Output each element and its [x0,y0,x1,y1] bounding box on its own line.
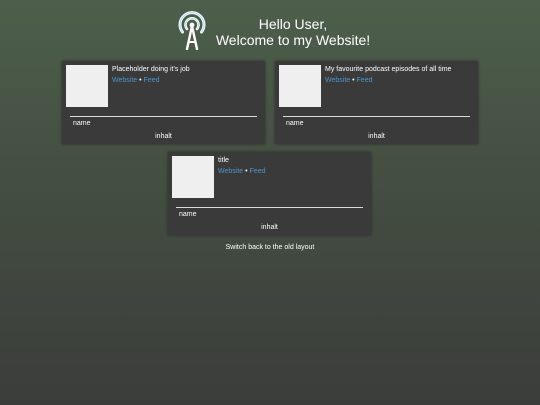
episode-content: inhalt [261,224,278,231]
episode-content: inhalt [368,133,385,140]
episode-name: name [179,211,197,218]
greeting-line-hello: Hello User, [258,16,328,32]
episode-content: inhalt [155,133,172,140]
website-link[interactable]: Website [218,168,243,175]
website-link[interactable]: Website [325,77,350,84]
website-link[interactable]: Website [112,77,137,84]
podcast-title: title [218,157,229,164]
episode-name: name [286,120,304,127]
feed-link[interactable]: Feed [357,77,373,84]
greeting-line-welcome: Welcome to my Website! [215,32,371,48]
podcast-card: My favourite podcast episodes of all tim… [275,61,478,144]
card-divider [176,207,363,208]
podcast-links: Website • Feed [218,167,266,176]
podcast-title: Placeholder doing it's job [112,66,190,73]
welcome-heading: Hello User, Welcome to my Website! [200,16,386,48]
podcast-card: Placeholder doing it's job Website • Fee… [62,61,265,144]
podcast-thumbnail [172,156,214,198]
link-separator: • [139,77,142,84]
podcast-links: Website • Feed [112,76,160,85]
podcast-thumbnail [279,65,321,107]
podcast-card: title Website • Feed name inhalt [168,152,371,235]
link-separator: • [245,168,248,175]
podcast-thumbnail [66,65,108,107]
episode-name: name [73,120,91,127]
podcast-title: My favourite podcast episodes of all tim… [325,66,452,73]
switch-layout-link[interactable]: Switch back to the old layout [0,243,540,252]
card-divider [70,116,257,117]
card-divider [283,116,470,117]
feed-link[interactable]: Feed [250,168,266,175]
feed-link[interactable]: Feed [144,77,160,84]
page-header: Hello User, Welcome to my Website! [0,8,540,52]
link-separator: • [352,77,355,84]
podcast-links: Website • Feed [325,76,373,85]
